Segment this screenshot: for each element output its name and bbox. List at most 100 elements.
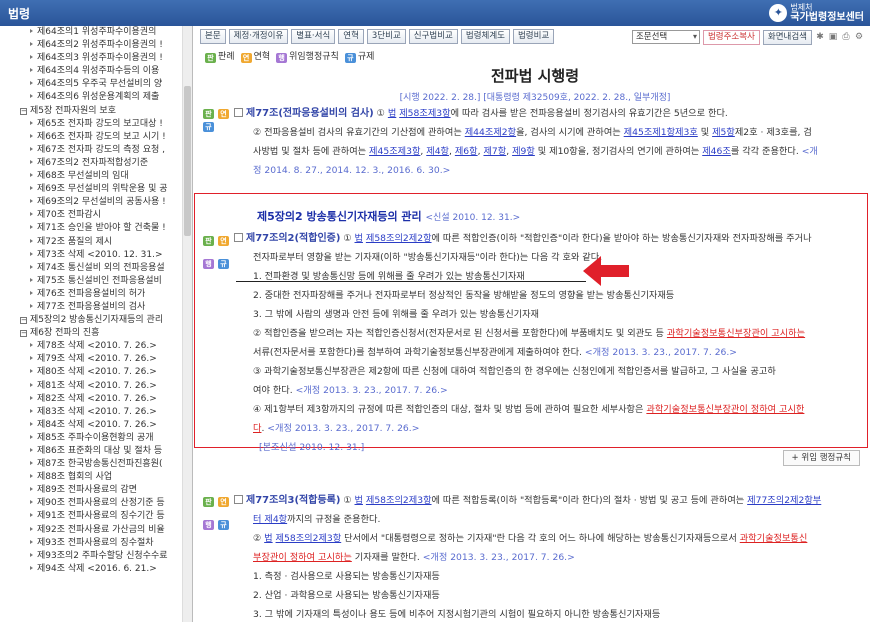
tree-article[interactable]: 제79조 삭제 <2010. 7. 26.> bbox=[0, 353, 192, 366]
tree-article[interactable]: 제73조 삭제 <2010. 12. 31.> bbox=[0, 249, 192, 262]
tree-article[interactable]: 제64조의3 위성주파수이용권의 ! bbox=[0, 52, 192, 65]
law-link[interactable]: 제4항 bbox=[426, 146, 449, 157]
tree-chapter[interactable]: − 제5장의2 방송통신기자재등의 관리 bbox=[0, 314, 192, 327]
tree-article[interactable]: 제64조의4 위성주파수등의 이용 bbox=[0, 65, 192, 78]
toolbar-button-5[interactable]: 신구법비교 bbox=[408, 29, 458, 44]
settings-icon[interactable]: ⚙ bbox=[854, 32, 864, 42]
tree-article[interactable]: 제81조 삭제 <2010. 7. 26.> bbox=[0, 380, 192, 393]
law-link[interactable]: 법 bbox=[355, 233, 363, 244]
toolbar-button-7[interactable]: 법령비교 bbox=[512, 29, 555, 44]
notice-link[interactable]: 과학기술정보통신 bbox=[740, 533, 808, 544]
article-select[interactable]: 조문선택 bbox=[631, 30, 700, 44]
history-icon[interactable]: 연 bbox=[218, 497, 229, 507]
history-icon[interactable]: 연 bbox=[218, 109, 229, 119]
tree-article[interactable]: 제71조 승인을 받아야 할 건축물 ! bbox=[0, 222, 192, 235]
tree-article[interactable]: 제64조의6 위성운용계획의 제출 bbox=[0, 91, 192, 104]
law-link[interactable]: 제44조제2항 bbox=[465, 127, 516, 138]
tree-article[interactable]: 제94조 삭제 <2016. 6. 21.> bbox=[0, 563, 192, 576]
tree-article[interactable]: 제77조 전파응용설비의 검사 bbox=[0, 301, 192, 314]
tree-article[interactable]: 제72조 품질의 제시 bbox=[0, 236, 192, 249]
tree-scrollbar[interactable] bbox=[182, 26, 192, 622]
tree-article[interactable]: 제88조 협회의 사업 bbox=[0, 471, 192, 484]
article-checkbox[interactable] bbox=[234, 495, 243, 504]
collapse-icon[interactable]: − bbox=[20, 107, 27, 115]
law-link[interactable]: 제58조의2제2항 bbox=[366, 233, 432, 244]
tree-article[interactable]: 제90조 전파사용료의 산정기준 등 bbox=[0, 497, 192, 510]
law-link[interactable]: 법 bbox=[388, 108, 396, 119]
tree-article[interactable]: 제74조 통신설비 외의 전파응용설 bbox=[0, 262, 192, 275]
tree-article[interactable]: 제69조의2 무선설비의 공동사용 ! bbox=[0, 196, 192, 209]
precedent-icon[interactable]: 판 bbox=[203, 497, 214, 507]
tree-article[interactable]: 제85조 주파수이용현황의 공개 bbox=[0, 432, 192, 445]
tree-article[interactable]: 제87조 한국방송통신전파진흥원( bbox=[0, 458, 192, 471]
collapse-icon[interactable]: − bbox=[20, 317, 27, 325]
tree-article[interactable]: 제80조 삭제 <2010. 7. 26.> bbox=[0, 366, 192, 379]
law-link[interactable]: 터 제4항 bbox=[253, 514, 287, 525]
copy-law-address-button[interactable]: 법령주소복사 bbox=[702, 29, 760, 45]
history-icon[interactable]: 연 bbox=[218, 236, 229, 246]
moleg-logo[interactable]: ✦ 법제처 국가법령정보센터 bbox=[769, 2, 864, 24]
tree-article[interactable]: 제70조 전파감시 bbox=[0, 209, 192, 222]
rule-icon[interactable]: 규 bbox=[203, 122, 214, 132]
tree-article[interactable]: 제91조 전파사용료의 징수기간 등 bbox=[0, 510, 192, 523]
tree-article[interactable]: 제65조 전자파 강도의 보고대상 ! bbox=[0, 118, 192, 131]
tree-article[interactable]: 제67조의2 전자파적합성기준 bbox=[0, 157, 192, 170]
law-link[interactable]: 제77조의2제2항부 bbox=[747, 495, 821, 506]
save-icon[interactable]: ▣ bbox=[828, 32, 838, 42]
search-in-screen-button[interactable]: 화면내검색 bbox=[762, 29, 812, 45]
tree-article[interactable]: 제69조 무선설비의 위탁운용 및 공 bbox=[0, 183, 192, 196]
toolbar-button-0[interactable]: 본문 bbox=[200, 29, 226, 44]
tree-chapter[interactable]: − 제6장 전파의 진흥 bbox=[0, 327, 192, 340]
tree-article[interactable]: 제64조의5 우주국 무선설비의 양 bbox=[0, 78, 192, 91]
tree-chapter[interactable]: − 제5장 전파자원의 보호 bbox=[0, 105, 192, 118]
delegated-rule-button[interactable]: + 위임 행정규칙 bbox=[782, 450, 860, 466]
law-link[interactable]: 법 bbox=[355, 495, 363, 506]
law-link[interactable]: 제6항 bbox=[455, 146, 478, 157]
law-link[interactable]: 제58조제3항 bbox=[399, 108, 450, 119]
article-checkbox[interactable] bbox=[234, 108, 243, 117]
tree-article[interactable]: 제83조 삭제 <2010. 7. 26.> bbox=[0, 406, 192, 419]
precedent-icon[interactable]: 판 bbox=[203, 109, 214, 119]
law-link[interactable]: 제7항 bbox=[483, 146, 506, 157]
tree-article[interactable]: 제84조 삭제 <2010. 7. 26.> bbox=[0, 419, 192, 432]
rule-icon[interactable]: 규 bbox=[218, 259, 229, 269]
amendment-note[interactable]: <개정 2013. 3. 23., 2017. 7. 26.> bbox=[296, 385, 448, 396]
amendment-note[interactable]: <개정 2013. 3. 23., 2017. 7. 26.> bbox=[585, 347, 737, 358]
notice-link[interactable]: 과학기술정보통신부장관이 정하여 고시한 bbox=[646, 404, 804, 415]
law-link[interactable]: 제58조의2제3항 bbox=[276, 533, 342, 544]
toolbar-button-1[interactable]: 제정·개정이유 bbox=[228, 29, 289, 44]
tree-article[interactable]: 제93조의2 주파수할당 신청수수료 bbox=[0, 550, 192, 563]
tree-article[interactable]: 제76조 전파응용설비의 허가 bbox=[0, 288, 192, 301]
law-link[interactable]: 법 bbox=[264, 533, 272, 544]
toolbar-button-2[interactable]: 별표·서식 bbox=[291, 29, 336, 44]
tree-article[interactable]: 제89조 전파사용료의 감면 bbox=[0, 484, 192, 497]
star-icon[interactable]: ✱ bbox=[815, 32, 825, 42]
collapse-icon[interactable]: − bbox=[20, 330, 27, 338]
tree-article[interactable]: 제67조 전자파 강도의 측정 요청 , bbox=[0, 144, 192, 157]
tree-article[interactable]: 제75조 통신설비인 전파응용설비 bbox=[0, 275, 192, 288]
tree-article[interactable]: 제92조 전파사용료 가산금의 비율 bbox=[0, 524, 192, 537]
amendment-note[interactable]: 정 2014. 8. 27., 2014. 12. 3., 2016. 6. 3… bbox=[253, 165, 450, 176]
tree-article[interactable]: 제78조 삭제 <2010. 7. 26.> bbox=[0, 340, 192, 353]
amendment-note[interactable]: <개정 2013. 3. 23., 2017. 7. 26.> bbox=[423, 552, 575, 563]
tree-article[interactable]: 제68조 무선설비의 임대 bbox=[0, 170, 192, 183]
toolbar-button-4[interactable]: 3단비교 bbox=[366, 29, 406, 44]
tree-article[interactable]: 제82조 삭제 <2010. 7. 26.> bbox=[0, 393, 192, 406]
notice-link[interactable]: 부장관이 정하여 고시하는 bbox=[253, 552, 352, 563]
tree-article[interactable]: 제64조의2 위성주파수이용권의 ! bbox=[0, 39, 192, 52]
scrollbar-thumb[interactable] bbox=[184, 86, 191, 236]
amendment-note[interactable]: <개 bbox=[802, 146, 818, 157]
print-icon[interactable]: ⎙ bbox=[841, 32, 851, 42]
law-link[interactable]: 제45조제1항제3호 bbox=[624, 127, 698, 138]
toolbar-button-6[interactable]: 법령체계도 bbox=[460, 29, 510, 44]
tree-article[interactable]: 제86조 표준화의 대상 및 절차 등 bbox=[0, 445, 192, 458]
toolbar-button-3[interactable]: 연혁 bbox=[338, 29, 364, 44]
law-link[interactable]: 제5항 bbox=[712, 127, 735, 138]
tree-article[interactable]: 제64조의1 위성주파수이용권의 bbox=[0, 26, 192, 39]
amendment-note[interactable]: <개정 2013. 3. 23., 2017. 7. 26.> bbox=[267, 423, 419, 434]
law-link[interactable]: 제9항 bbox=[512, 146, 535, 157]
delegation-icon[interactable]: 행 bbox=[203, 259, 214, 269]
tree-article[interactable]: 제66조 전자파 강도의 보고 시기 ! bbox=[0, 131, 192, 144]
law-link[interactable]: 제45조제3항 bbox=[369, 146, 420, 157]
notice-link[interactable]: 과학기술정보통신부장관이 고시하는 bbox=[667, 328, 805, 339]
